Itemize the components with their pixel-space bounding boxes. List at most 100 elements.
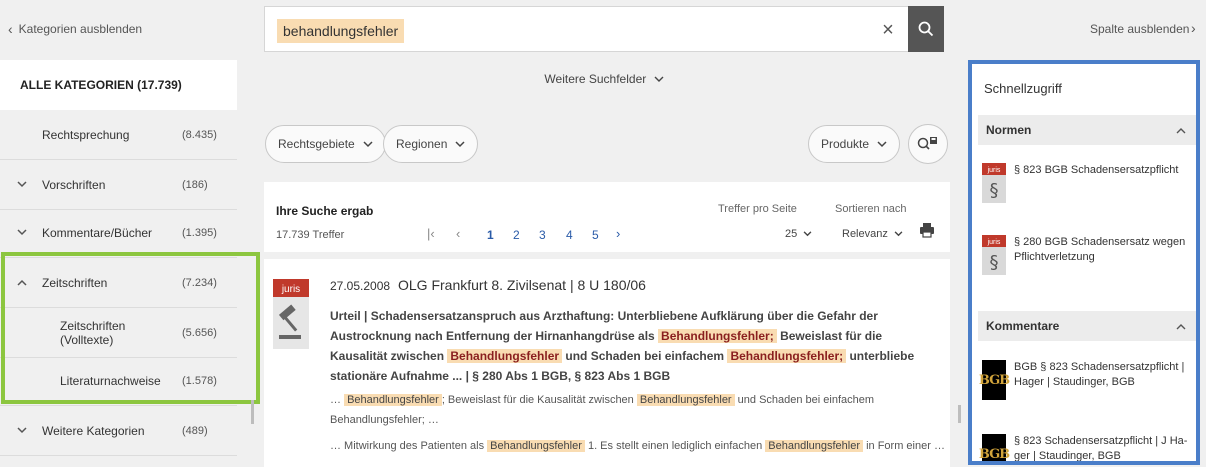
search-highlight: Behandlungsfehler	[344, 394, 442, 406]
sidebar-item-zeitschriften-volltexte[interactable]: Zeitschriften (Volltexte) (5.656)	[0, 308, 237, 358]
snippet-text: … Mitwirkung des Patienten als	[330, 440, 488, 452]
all-categories-item[interactable]: ALLE KATEGORIEN (17.739)	[0, 60, 237, 110]
results-resize-handle[interactable]	[958, 405, 961, 423]
prev-page-icon[interactable]: ‹	[456, 226, 460, 241]
regionen-label: Regionen	[396, 137, 448, 151]
sidebar-item-label: Rechtsprechung	[42, 127, 130, 142]
result-item[interactable]: juris 27.05.2008 OLG Frankfurt 8. Zivils…	[264, 259, 950, 467]
per-page-select[interactable]: 25	[785, 228, 812, 240]
kommentare-section-header[interactable]: Kommentare	[978, 311, 1196, 341]
sidebar-item-count: (8.435)	[182, 128, 217, 141]
sidebar-item-label: Literaturnachweise	[60, 373, 161, 388]
sidebar-item-count: (186)	[182, 178, 208, 191]
chevron-down-icon	[803, 231, 812, 237]
search-input[interactable]: behandlungsfehler	[277, 19, 405, 43]
sort-label: Sortieren nach	[835, 203, 907, 215]
rechtsgebiete-filter[interactable]: Rechtsgebiete	[265, 125, 386, 163]
quick-access-title: Schnellzugriff	[984, 81, 1062, 96]
result-date: 27.05.2008	[330, 279, 391, 293]
produkte-label: Produkte	[821, 137, 870, 151]
search-highlight: Behandlungsfehler	[636, 394, 735, 406]
quick-item-norm[interactable]: juris § § 280 BGB Schadensersatz wegen Pf…	[982, 235, 1194, 275]
sidebar-item-label: Kommentare/Bücher	[42, 225, 153, 240]
chevron-down-icon	[877, 140, 887, 147]
print-icon[interactable]	[919, 222, 935, 238]
page-link-4[interactable]: 4	[566, 228, 573, 242]
snippet-text: …	[330, 394, 345, 406]
hide-column-button[interactable]: Spalte ausblenden	[1090, 22, 1189, 36]
chevron-down-icon[interactable]	[12, 227, 32, 239]
sidebar-item-label: Zeitschriften	[42, 275, 108, 290]
sidebar-item-weitere-kategorien[interactable]: Weitere Kategorien (489)	[0, 406, 237, 456]
search-highlight: Behandlungsfehler;	[727, 349, 847, 363]
page-link-3[interactable]: 3	[539, 228, 546, 242]
results-count: 17.739 Treffer	[276, 229, 345, 241]
hide-categories-button[interactable]: ‹ Kategorien ausblenden	[0, 0, 262, 58]
quick-item-norm[interactable]: juris § § 823 BGB Schadensersatzpflicht	[982, 163, 1194, 203]
result-snippet: … Mitwirkung des Patienten als Behandlun…	[330, 440, 950, 452]
results-title: Ihre Suche ergab	[276, 204, 374, 218]
search-highlight: Behandlungsfehler	[487, 440, 585, 452]
chevron-down-icon[interactable]	[12, 179, 32, 191]
quick-item-text: § 823 BGB Schadensersatzpflicht	[1014, 164, 1179, 176]
chevron-up-icon	[1176, 323, 1186, 329]
per-page-label: Treffer pro Seite	[718, 203, 797, 215]
search-highlight: Behandlungsfehler	[765, 440, 864, 452]
sidebar-item-count: (5.656)	[182, 326, 217, 339]
juris-paragraph-icon: juris §	[982, 163, 1006, 203]
quick-item-kommentar[interactable]: BGB § 823 Schadensersatzpflicht | J Ha­g…	[979, 434, 1194, 461]
bgb-book-icon: BGB	[979, 434, 1010, 461]
chevron-up-icon	[1176, 127, 1186, 133]
hide-categories-label: Kategorien ausblenden	[18, 22, 143, 36]
sidebar-item-label: Weitere Kategorien	[42, 423, 145, 438]
search-highlight: Behandlungsfehler;	[658, 329, 777, 343]
result-title-link[interactable]: OLG Frankfurt 8. Zivilsenat | 8 U 180/06	[398, 277, 646, 293]
next-page-icon[interactable]: ›	[616, 226, 620, 241]
page-link-5[interactable]: 5	[592, 228, 599, 242]
sidebar-resize-handle[interactable]	[251, 400, 254, 424]
chevron-down-icon	[654, 76, 664, 82]
sidebar-item-zeitschriften[interactable]: Zeitschriften (7.234)	[0, 258, 237, 308]
sort-select[interactable]: Relevanz	[842, 228, 903, 240]
normen-label: Normen	[986, 123, 1032, 137]
rechtsgebiete-label: Rechtsgebiete	[278, 137, 355, 151]
sidebar-item-label: Vorschriften	[42, 177, 106, 192]
kommentare-label: Kommentare	[986, 319, 1060, 333]
normen-section-header[interactable]: Normen	[978, 115, 1196, 145]
chevron-down-icon[interactable]	[12, 425, 32, 437]
chevron-down-icon	[894, 231, 903, 237]
search-bar[interactable]: behandlungsfehler ×	[264, 6, 944, 52]
page-link-2[interactable]: 2	[513, 228, 520, 242]
sidebar-item-kommentare[interactable]: Kommentare/Bücher (1.395)	[0, 208, 237, 258]
quick-item-text: § 280 BGB Schadensersatz wegen Pflichtve…	[1014, 236, 1186, 263]
first-page-icon[interactable]: |‹	[427, 226, 435, 241]
chevron-right-icon[interactable]: ›	[1191, 20, 1196, 36]
sidebar-item-count: (489)	[182, 424, 208, 437]
sidebar-item-count: (1.395)	[182, 226, 217, 239]
chevron-left-icon: ‹	[8, 21, 13, 37]
snippet-text: 1. Es stellt einen lediglich einfachen	[584, 440, 766, 452]
results-header: Ihre Suche ergab 17.739 Treffer |‹ ‹ 1 2…	[264, 182, 950, 252]
juris-paragraph-icon: juris §	[982, 235, 1006, 275]
sidebar-item-vorschriften[interactable]: Vorschriften (186)	[0, 160, 237, 210]
bgb-book-icon: BGB	[979, 360, 1010, 400]
sidebar-item-label: Zeitschriften (Volltexte)	[60, 318, 126, 347]
search-button[interactable]	[908, 6, 944, 52]
close-icon[interactable]: ×	[875, 17, 901, 43]
regionen-filter[interactable]: Regionen	[383, 125, 479, 163]
more-search-fields-toggle[interactable]: Weitere Suchfelder	[264, 72, 944, 86]
chevron-down-icon	[455, 140, 465, 147]
sidebar-item-count: (7.234)	[182, 276, 217, 289]
save-search-button[interactable]	[908, 124, 948, 164]
category-sidebar: ‹ Kategorien ausblenden ALLE KATEGORIEN …	[0, 0, 262, 467]
search-highlight: Behandlungsfehler	[447, 349, 563, 363]
result-summary: Urteil | Schadensersatzanspruch aus Arzt…	[330, 306, 930, 386]
quick-item-kommentar[interactable]: BGB BGB § 823 Schadensersatzpflicht | Ha…	[979, 360, 1194, 400]
sidebar-item-rechtsprechung[interactable]: Rechtsprechung (8.435)	[0, 110, 237, 160]
chevron-up-icon[interactable]	[12, 277, 32, 289]
svg-text:§: §	[990, 252, 999, 273]
produkte-filter[interactable]: Produkte	[808, 125, 901, 163]
page-link-1[interactable]: 1	[487, 228, 494, 242]
save-search-icon	[917, 137, 937, 150]
sidebar-item-literaturnachweise[interactable]: Literaturnachweise (1.578)	[0, 356, 237, 406]
